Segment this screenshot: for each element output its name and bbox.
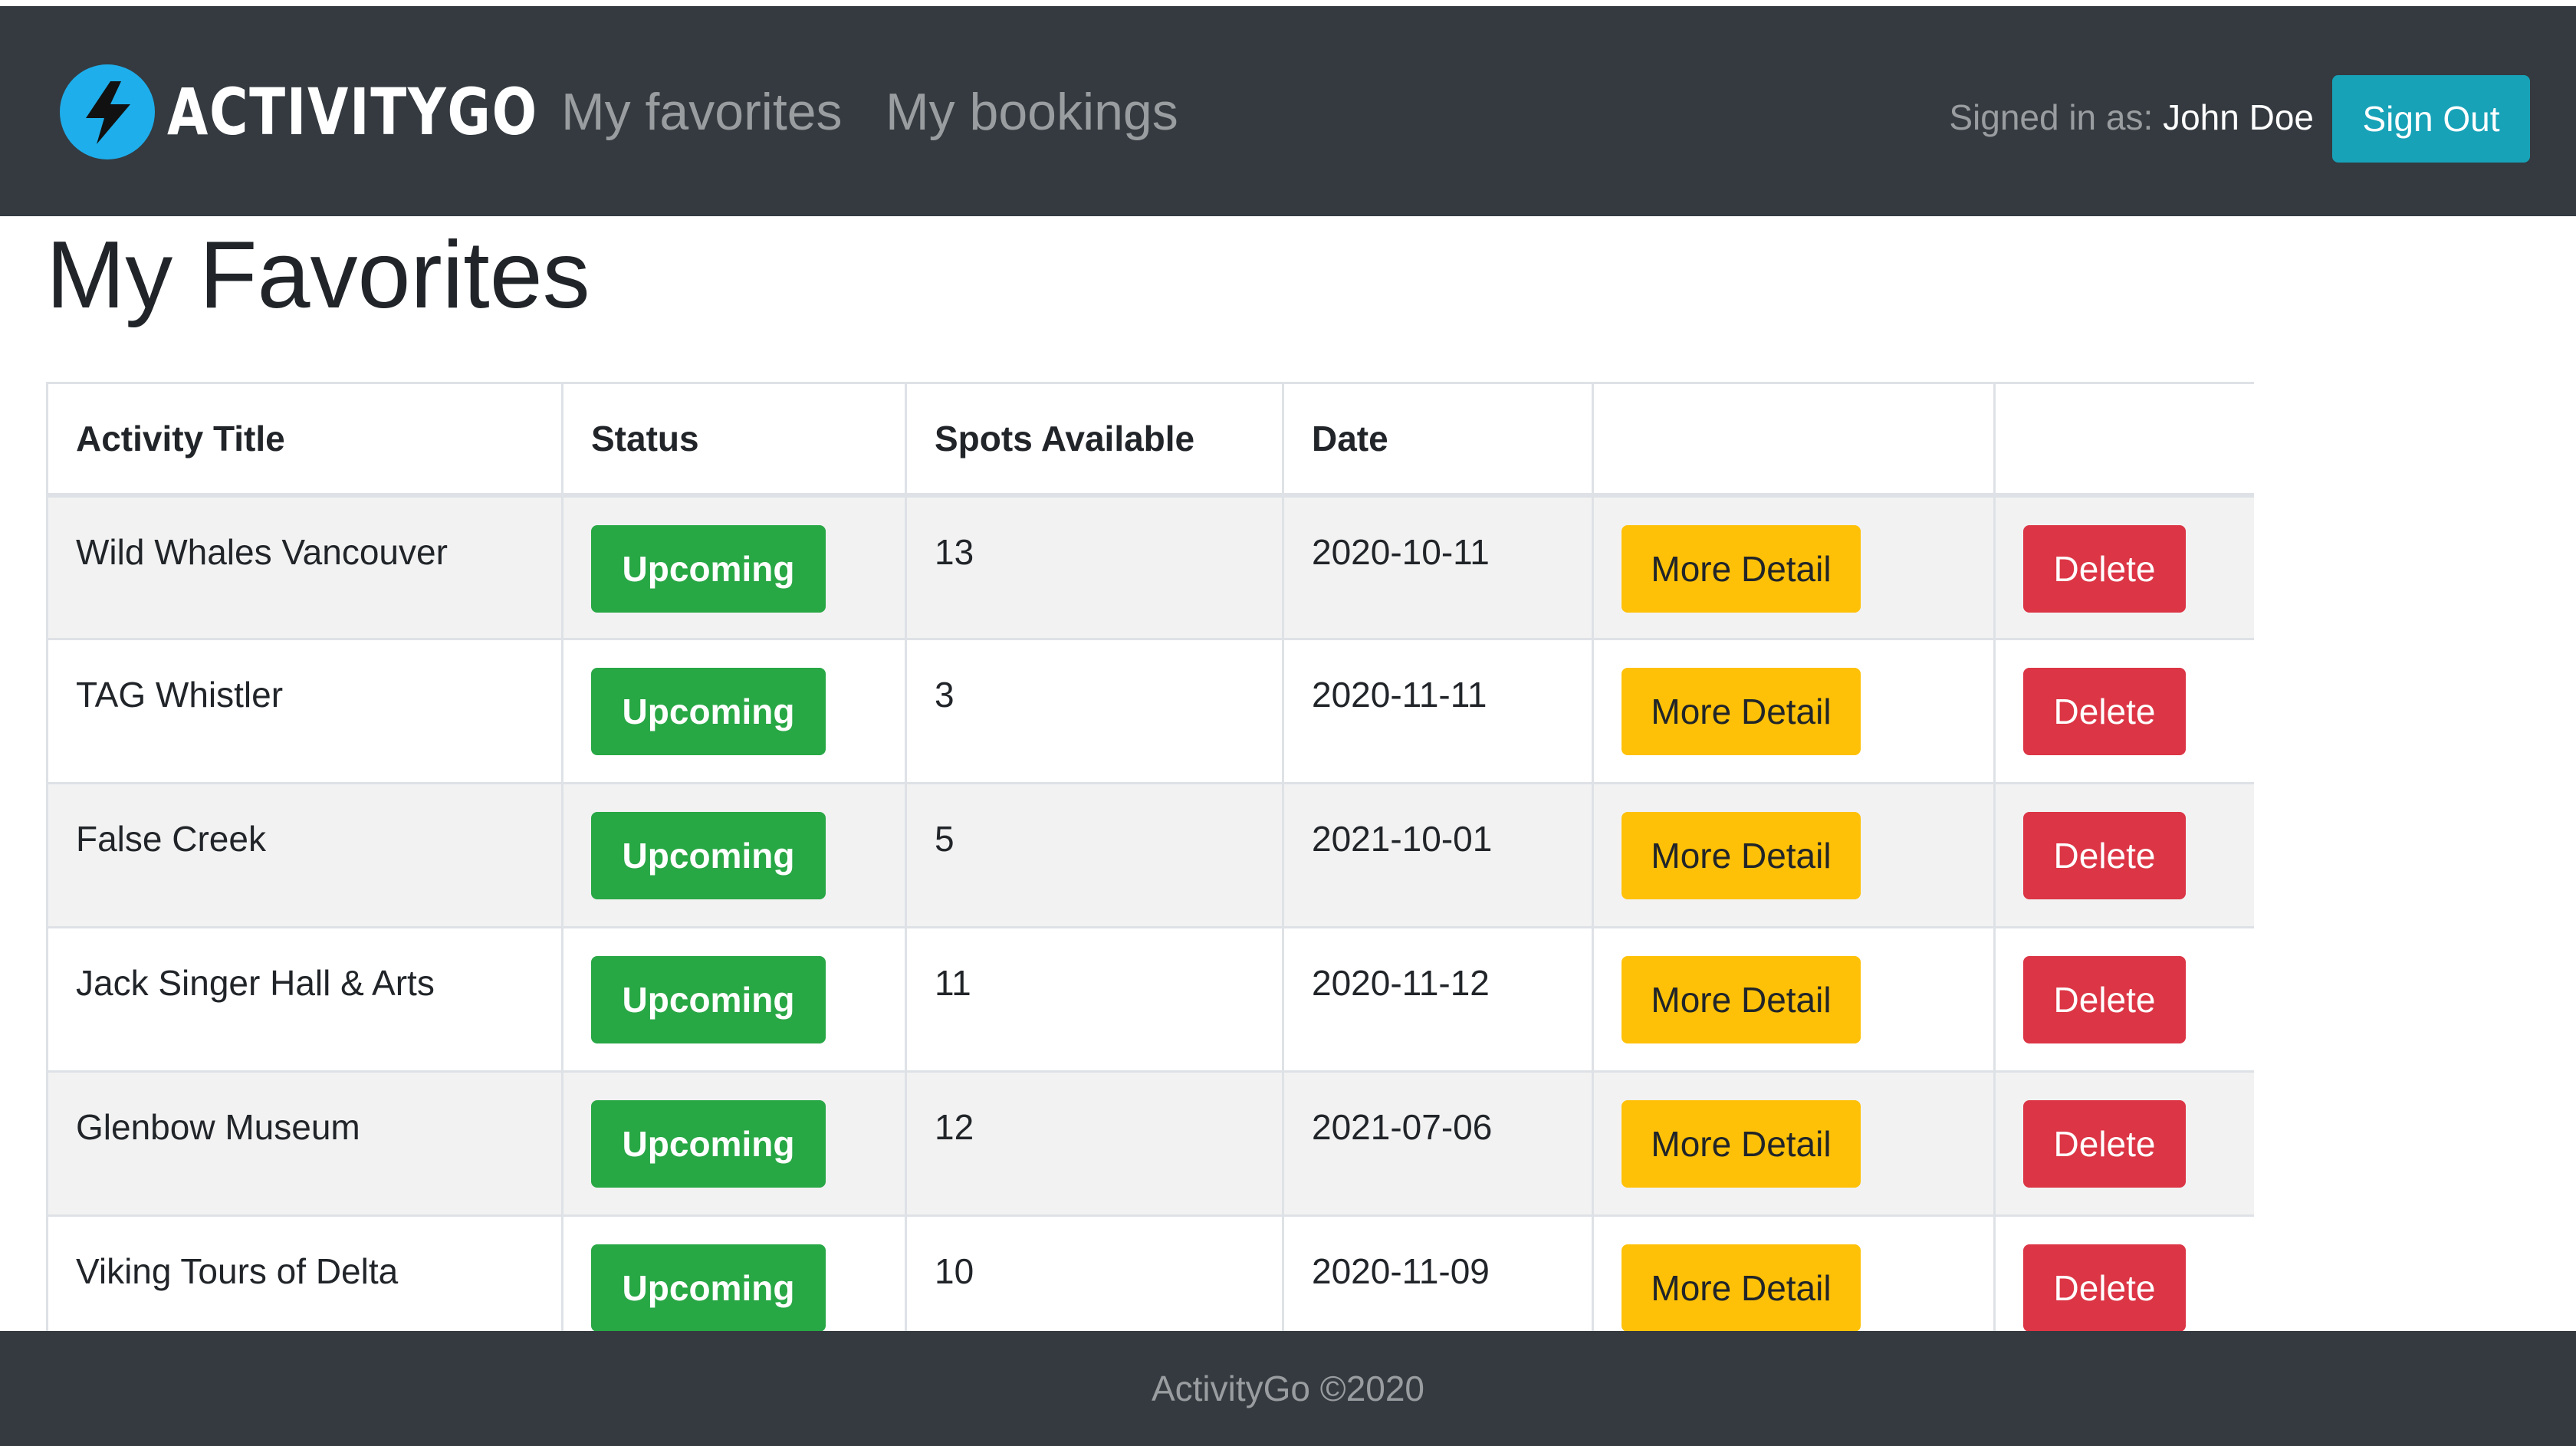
activity-title-cell: Jack Singer Hall & Arts	[46, 926, 564, 1073]
sign-out-button[interactable]: Sign Out	[2332, 75, 2530, 163]
more-detail-button[interactable]: More Detail	[1622, 1100, 1861, 1188]
header-activity-title: Activity Title	[46, 382, 564, 498]
delete-button[interactable]: Delete	[2023, 668, 2186, 755]
favorites-table: Activity Title Status Spots Available Da…	[46, 382, 2254, 1331]
nav-link-my-favorites[interactable]: My favorites	[561, 86, 843, 138]
table-row: Jack Singer Hall & Arts Upcoming 11 2020…	[46, 926, 2254, 1073]
status-badge: Upcoming	[591, 524, 826, 613]
signed-in-status: Signed in as: John Doe	[1949, 100, 2314, 135]
date-cell: 2020-11-12	[1282, 926, 1594, 1073]
table-header-row: Activity Title Status Spots Available Da…	[46, 382, 2254, 498]
more-detail-button[interactable]: More Detail	[1622, 1244, 1861, 1331]
favorites-table-wrapper: Activity Title Status Spots Available Da…	[46, 382, 2254, 1331]
nav-link-my-bookings[interactable]: My bookings	[886, 86, 1178, 138]
detail-cell: More Detail	[1592, 1214, 1996, 1331]
table-row: Wild Whales Vancouver Upcoming 13 2020-1…	[46, 494, 2254, 640]
header-status: Status	[561, 382, 907, 498]
more-detail-button[interactable]: More Detail	[1622, 812, 1861, 899]
delete-cell: Delete	[1993, 926, 2254, 1073]
activity-title-cell: False Creek	[46, 782, 564, 928]
table-row: Viking Tours of Delta Upcoming 10 2020-1…	[46, 1214, 2254, 1331]
detail-cell: More Detail	[1592, 494, 1996, 640]
date-cell: 2021-07-06	[1282, 1070, 1594, 1217]
status-cell: Upcoming	[561, 1214, 907, 1331]
status-cell: Upcoming	[561, 494, 907, 640]
spots-available-cell: 3	[905, 638, 1284, 784]
signed-in-label: Signed in as:	[1949, 97, 2154, 137]
delete-button[interactable]: Delete	[2023, 812, 2186, 899]
more-detail-button[interactable]: More Detail	[1622, 956, 1861, 1043]
status-badge: Upcoming	[591, 1100, 826, 1188]
activity-title-cell: Viking Tours of Delta	[46, 1214, 564, 1331]
table-row: False Creek Upcoming 5 2021-10-01 More D…	[46, 782, 2254, 928]
top-strip	[0, 0, 2576, 6]
activity-title-cell: Wild Whales Vancouver	[46, 494, 564, 640]
page-title: My Favorites	[46, 222, 590, 328]
header-detail-action	[1592, 382, 1996, 498]
delete-button[interactable]: Delete	[2023, 524, 2186, 613]
date-cell: 2020-11-11	[1282, 638, 1594, 784]
delete-cell: Delete	[1993, 494, 2254, 640]
status-cell: Upcoming	[561, 1070, 907, 1217]
delete-cell: Delete	[1993, 782, 2254, 928]
activity-title-cell: TAG Whistler	[46, 638, 564, 784]
status-cell: Upcoming	[561, 638, 907, 784]
table-row: Glenbow Museum Upcoming 12 2021-07-06 Mo…	[46, 1070, 2254, 1217]
delete-button[interactable]: Delete	[2023, 1244, 2186, 1331]
status-badge: Upcoming	[591, 668, 826, 755]
header-delete-action	[1993, 382, 2254, 498]
spots-available-cell: 5	[905, 782, 1284, 928]
brand-name: ActivityGo	[167, 74, 538, 150]
status-badge: Upcoming	[591, 956, 826, 1043]
spots-available-cell: 12	[905, 1070, 1284, 1217]
table-row: TAG Whistler Upcoming 3 2020-11-11 More …	[46, 638, 2254, 784]
date-cell: 2020-11-09	[1282, 1214, 1594, 1331]
spots-available-cell: 13	[905, 494, 1284, 640]
delete-button[interactable]: Delete	[2023, 1100, 2186, 1188]
page: ActivityGo My favorites My bookings Sign…	[0, 0, 2576, 1446]
footer-copyright: ActivityGo ©2020	[1151, 1369, 1425, 1408]
status-cell: Upcoming	[561, 926, 907, 1073]
lightning-bolt-icon	[60, 64, 155, 159]
detail-cell: More Detail	[1592, 782, 1996, 928]
date-cell: 2020-10-11	[1282, 494, 1594, 640]
delete-button[interactable]: Delete	[2023, 956, 2186, 1043]
status-badge: Upcoming	[591, 812, 826, 899]
detail-cell: More Detail	[1592, 1070, 1996, 1217]
navbar: ActivityGo My favorites My bookings Sign…	[0, 6, 2576, 216]
user-name: John Doe	[2163, 97, 2314, 137]
detail-cell: More Detail	[1592, 926, 1996, 1073]
status-cell: Upcoming	[561, 782, 907, 928]
delete-cell: Delete	[1993, 1214, 2254, 1331]
brand-link[interactable]: ActivityGo	[60, 64, 619, 159]
spots-available-cell: 10	[905, 1214, 1284, 1331]
header-spots-available: Spots Available	[905, 382, 1284, 498]
delete-cell: Delete	[1993, 1070, 2254, 1217]
header-date: Date	[1282, 382, 1594, 498]
footer: ActivityGo ©2020	[0, 1331, 2576, 1446]
delete-cell: Delete	[1993, 638, 2254, 784]
date-cell: 2021-10-01	[1282, 782, 1594, 928]
status-badge: Upcoming	[591, 1244, 826, 1331]
activity-title-cell: Glenbow Museum	[46, 1070, 564, 1217]
spots-available-cell: 11	[905, 926, 1284, 1073]
more-detail-button[interactable]: More Detail	[1622, 668, 1861, 755]
more-detail-button[interactable]: More Detail	[1622, 524, 1861, 613]
detail-cell: More Detail	[1592, 638, 1996, 784]
